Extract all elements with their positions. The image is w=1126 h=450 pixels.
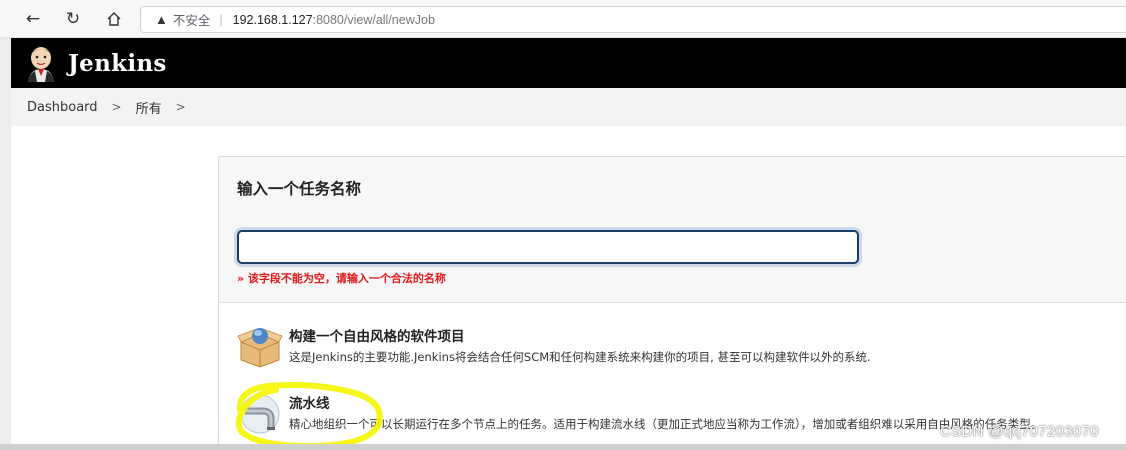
job-type-title: 构建一个自由风格的软件项目 [289,329,465,345]
reload-icon[interactable]: ↻ [62,8,84,30]
validation-error: » 该字段不能为空，请输入一个合法的名称 [237,272,446,285]
job-type-description: 精心地组织一个可以长期运行在多个节点上的任务。适用于构建流水线（更加正式地应当称… [289,417,1043,431]
address-bar[interactable]: ▲ 不安全 | 192.168.1.127:8080/view/all/newJ… [140,6,1126,33]
security-label: 不安全 [172,14,211,28]
address-divider: | [219,12,223,27]
item-name-label: 输入一个任务名称 [237,180,362,198]
job-type-description: 这是Jenkins的主要功能.Jenkins将会结合任何SCM和任何构建系统来构… [289,350,871,364]
jenkins-header: Jenkins [11,38,1126,88]
jenkins-butler-logo-icon[interactable] [24,44,58,82]
brand-title[interactable]: Jenkins [68,50,167,77]
url-host: 192.168.1.127 [232,12,313,27]
watermark: CSDN @qq707203070 [940,423,1099,440]
job-type-freestyle[interactable]: 构建一个自由风格的软件项目 这是Jenkins的主要功能.Jenkins将会结合… [237,322,1117,372]
item-name-input[interactable] [237,230,859,264]
breadcrumb-dashboard[interactable]: Dashboard [27,100,98,115]
browser-toolbar: ← ↻ ▲ 不安全 | 192.168.1.127:8080/view/all/… [0,0,1126,38]
breadcrumb-separator[interactable]: > [112,100,122,114]
breadcrumb-all[interactable]: 所有 [136,98,162,117]
pipeline-icon [240,394,280,434]
warning-icon: ▲ [155,12,168,27]
job-type-title: 流水线 [289,396,330,412]
breadcrumb: Dashboard > 所有 > [11,88,1126,126]
freestyle-box-icon [237,328,283,368]
breadcrumb-separator[interactable]: > [176,100,186,114]
new-job-form: 输入一个任务名称 » 该字段不能为空，请输入一个合法的名称 构建一个自由风格的软… [218,156,1126,446]
url-path: :8080/view/all/newJob [312,12,435,27]
left-edge [0,38,11,450]
back-arrow-icon[interactable]: ← [22,8,44,30]
home-icon[interactable] [103,8,125,30]
bottom-strip [0,444,1126,450]
item-name-section: 输入一个任务名称 » 该字段不能为空，请输入一个合法的名称 [219,157,1126,303]
